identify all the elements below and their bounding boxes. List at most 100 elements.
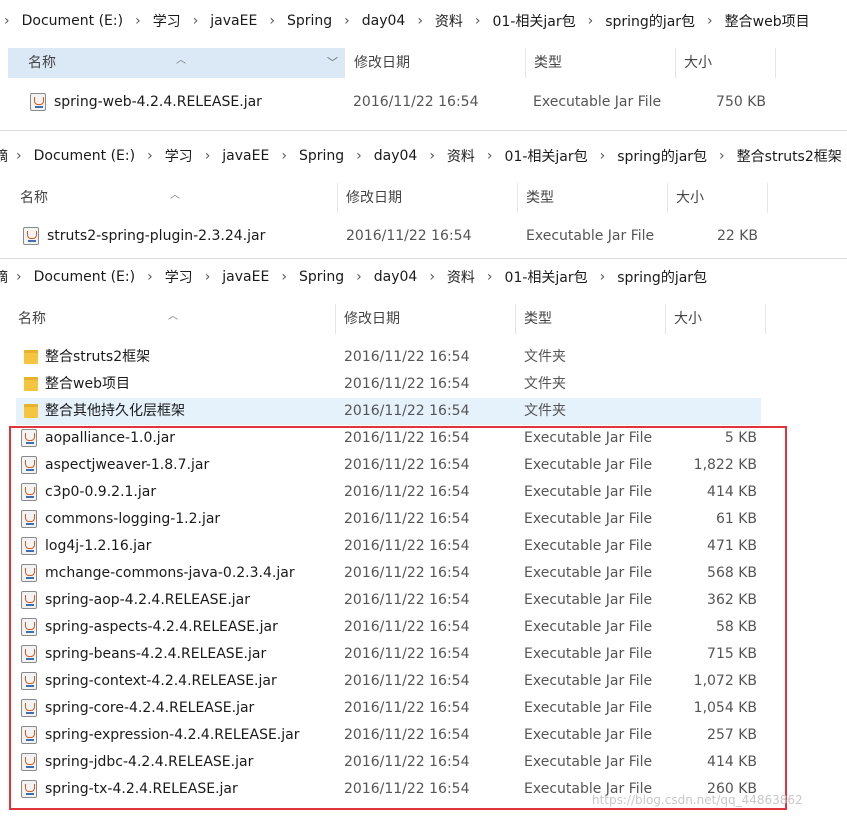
breadcrumb-item[interactable]: Document (E:)	[26, 148, 143, 164]
file-name: spring-beans-4.2.4.RELEASE.jar	[45, 646, 267, 662]
breadcrumb-item[interactable]: Spring	[291, 148, 352, 164]
file-row[interactable]: c3p0-0.9.2.1.jar 2016/11/22 16:54 Execut…	[0, 479, 847, 506]
column-header-type[interactable]: 类型	[516, 304, 666, 334]
column-headers: ︿ 名称 修改日期 类型 大小	[0, 183, 847, 213]
breadcrumb-item[interactable]: spring的jar包	[597, 11, 703, 31]
file-row[interactable]: struts2-spring-plugin-2.3.24.jar 2016/11…	[0, 223, 847, 250]
breadcrumb-item[interactable]: day04	[366, 148, 426, 164]
breadcrumb-item[interactable]: 学习	[157, 146, 201, 166]
folder-row[interactable]: 整合struts2框架 2016/11/22 16:54 文件夹	[0, 344, 847, 371]
breadcrumb-item[interactable]: 摘	[0, 267, 12, 287]
file-row[interactable]: spring-web-4.2.4.RELEASE.jar 2016/11/22 …	[0, 89, 847, 116]
file-type: Executable Jar File	[524, 484, 653, 500]
folder-row[interactable]: 整合其他持久化层框架 2016/11/22 16:54 文件夹	[16, 398, 761, 425]
jar-file-icon	[21, 645, 37, 663]
breadcrumb-item[interactable]: spring的jar包	[609, 146, 715, 166]
chevron-right-icon: ›	[344, 13, 350, 29]
jar-file-icon	[21, 726, 37, 744]
file-row[interactable]: commons-logging-1.2.jar 2016/11/22 16:54…	[0, 506, 847, 533]
file-size: 414 KB	[707, 484, 757, 500]
breadcrumb-item[interactable]: javaEE	[202, 13, 265, 29]
file-date: 2016/11/22 16:54	[344, 727, 470, 743]
file-date: 2016/11/22 16:54	[346, 228, 472, 244]
file-row[interactable]: spring-aop-4.2.4.RELEASE.jar 2016/11/22 …	[0, 587, 847, 614]
file-row[interactable]: spring-aspects-4.2.4.RELEASE.jar 2016/11…	[0, 614, 847, 641]
breadcrumb-item[interactable]: 资料	[439, 146, 483, 166]
folder-type: 文件夹	[524, 403, 566, 419]
chevron-down-icon[interactable]: ﹀	[327, 48, 338, 78]
breadcrumb-item[interactable]: 资料	[439, 267, 483, 287]
file-type: Executable Jar File	[524, 727, 653, 743]
file-type: Executable Jar File	[533, 94, 662, 110]
jar-file-icon	[21, 510, 37, 528]
breadcrumb-item[interactable]: 01-相关jar包	[485, 11, 584, 31]
breadcrumb-item[interactable]: javaEE	[214, 269, 277, 285]
file-date: 2016/11/22 16:54	[344, 673, 470, 689]
column-header-date[interactable]: 修改日期	[346, 48, 526, 78]
breadcrumb-item[interactable]: Document (E:)	[14, 13, 131, 29]
file-row[interactable]: aopalliance-1.0.jar 2016/11/22 16:54 Exe…	[0, 425, 847, 452]
file-size: 568 KB	[707, 565, 757, 581]
breadcrumb-item[interactable]: javaEE	[214, 148, 277, 164]
watermark: https://blog.csdn.net/qq_44863862	[592, 793, 803, 807]
column-header-type[interactable]: 类型	[526, 48, 676, 78]
breadcrumb-item[interactable]: 摘	[0, 146, 12, 166]
file-type: Executable Jar File	[524, 700, 653, 716]
file-row[interactable]: log4j-1.2.16.jar 2016/11/22 16:54 Execut…	[0, 533, 847, 560]
breadcrumb-item[interactable]: Spring	[279, 13, 340, 29]
file-row[interactable]: spring-jdbc-4.2.4.RELEASE.jar 2016/11/22…	[0, 749, 847, 776]
column-header-size[interactable]: 大小	[676, 48, 776, 78]
jar-file-icon	[21, 429, 37, 447]
file-type: Executable Jar File	[526, 228, 655, 244]
chevron-right-icon: ›	[147, 148, 153, 164]
breadcrumb-item[interactable]: 01-相关jar包	[497, 267, 596, 287]
file-row[interactable]: spring-expression-4.2.4.RELEASE.jar 2016…	[0, 722, 847, 749]
file-date: 2016/11/22 16:54	[344, 781, 470, 797]
column-header-date[interactable]: 修改日期	[336, 304, 516, 334]
file-name: aopalliance-1.0.jar	[45, 430, 176, 446]
chevron-right-icon: ›	[204, 148, 211, 164]
column-header-name[interactable]: ︿ 名称	[10, 304, 336, 334]
folder-row[interactable]: 整合web项目 2016/11/22 16:54 文件夹	[0, 371, 847, 398]
explorer-panel-spring-jars: 摘 › Document (E:) › 学习 › javaEE › Spring…	[0, 262, 847, 821]
folder-icon	[24, 350, 38, 364]
file-row[interactable]: spring-core-4.2.4.RELEASE.jar 2016/11/22…	[0, 695, 847, 722]
breadcrumb-item[interactable]: spring的jar包	[609, 267, 715, 287]
jar-file-icon	[23, 227, 39, 245]
breadcrumb-item[interactable]: Document (E:)	[26, 269, 143, 285]
chevron-right-icon: ›	[269, 13, 275, 29]
file-type: Executable Jar File	[524, 673, 653, 689]
file-name: c3p0-0.9.2.1.jar	[45, 484, 157, 500]
chevron-right-icon: ›	[16, 148, 22, 164]
explorer-panel-struts: 摘 › Document (E:) › 学习 › javaEE › Spring…	[0, 138, 847, 260]
breadcrumb-item[interactable]: day04	[366, 269, 426, 285]
file-name: spring-aspects-4.2.4.RELEASE.jar	[45, 619, 278, 635]
column-header-name[interactable]: ︿ 名称 ﹀	[8, 48, 345, 78]
breadcrumb-item[interactable]: 整合web项目	[717, 11, 818, 31]
column-header-size[interactable]: 大小	[666, 304, 766, 334]
breadcrumb-item[interactable]: 学习	[157, 267, 201, 287]
file-type: Executable Jar File	[524, 538, 653, 554]
breadcrumb-item[interactable]: 学习	[145, 11, 189, 31]
breadcrumb-item[interactable]: day04	[354, 13, 414, 29]
file-row[interactable]: spring-beans-4.2.4.RELEASE.jar 2016/11/2…	[0, 641, 847, 668]
file-row[interactable]: aspectjweaver-1.8.7.jar 2016/11/22 16:54…	[0, 452, 847, 479]
file-row[interactable]: mchange-commons-java-0.2.3.4.jar 2016/11…	[0, 560, 847, 587]
file-size: 1,822 KB	[693, 457, 757, 473]
breadcrumb-item[interactable]: 整合struts2框架	[729, 146, 847, 166]
file-size: 362 KB	[707, 592, 757, 608]
column-header-type[interactable]: 类型	[518, 183, 668, 213]
breadcrumb-item[interactable]: 资料	[427, 11, 471, 31]
jar-file-icon	[21, 591, 37, 609]
column-header-date[interactable]: 修改日期	[338, 183, 518, 213]
file-size: 414 KB	[707, 754, 757, 770]
folder-name: 整合web项目	[45, 376, 130, 392]
breadcrumb-item[interactable]: Spring	[291, 269, 352, 285]
column-header-name[interactable]: ︿ 名称	[12, 183, 338, 213]
jar-file-icon	[21, 483, 37, 501]
file-row[interactable]: spring-context-4.2.4.RELEASE.jar 2016/11…	[0, 668, 847, 695]
breadcrumb: 摘 › Document (E:) › 学习 › javaEE › Spring…	[0, 262, 847, 292]
breadcrumb-item[interactable]: 01-相关jar包	[497, 146, 596, 166]
file-type: Executable Jar File	[524, 511, 653, 527]
column-header-size[interactable]: 大小	[668, 183, 768, 213]
